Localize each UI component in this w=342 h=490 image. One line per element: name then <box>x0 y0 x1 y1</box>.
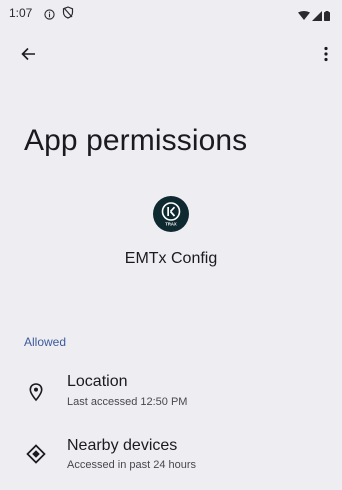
status-bar: 1:07 <box>0 0 342 26</box>
info-icon <box>44 7 55 25</box>
location-pin-icon <box>26 382 46 402</box>
app-bar <box>0 38 342 74</box>
permission-subtitle: Accessed in past 24 hours <box>67 459 197 471</box>
wifi-icon <box>298 8 310 26</box>
page-title: App permissions <box>24 124 248 157</box>
arrow-back-icon <box>20 46 36 67</box>
back-button[interactable] <box>14 42 42 70</box>
app-logo-icon: TRAX <box>153 196 189 232</box>
permission-title: Location <box>67 373 128 390</box>
app-name: EMTx Config <box>124 250 218 267</box>
section-header-allowed: Allowed <box>24 335 67 349</box>
status-time: 1:07 <box>9 6 33 20</box>
permission-item-nearby-devices[interactable]: Nearby devices Accessed in past 24 hours <box>0 432 342 490</box>
status-icons <box>298 8 330 26</box>
permission-item-location[interactable]: Location Last accessed 12:50 PM <box>0 366 342 424</box>
permission-title: Nearby devices <box>67 437 178 454</box>
more-vert-icon <box>324 46 328 67</box>
vpn-shield-icon <box>62 6 74 24</box>
nearby-devices-icon <box>26 444 46 464</box>
permission-subtitle: Last accessed 12:50 PM <box>67 396 188 408</box>
app-logo-text: TRAX <box>165 222 177 227</box>
app-header: TRAX EMTx Config <box>0 196 342 268</box>
more-options-button[interactable] <box>314 42 338 70</box>
cellular-signal-icon <box>312 8 322 26</box>
battery-icon <box>324 8 330 26</box>
